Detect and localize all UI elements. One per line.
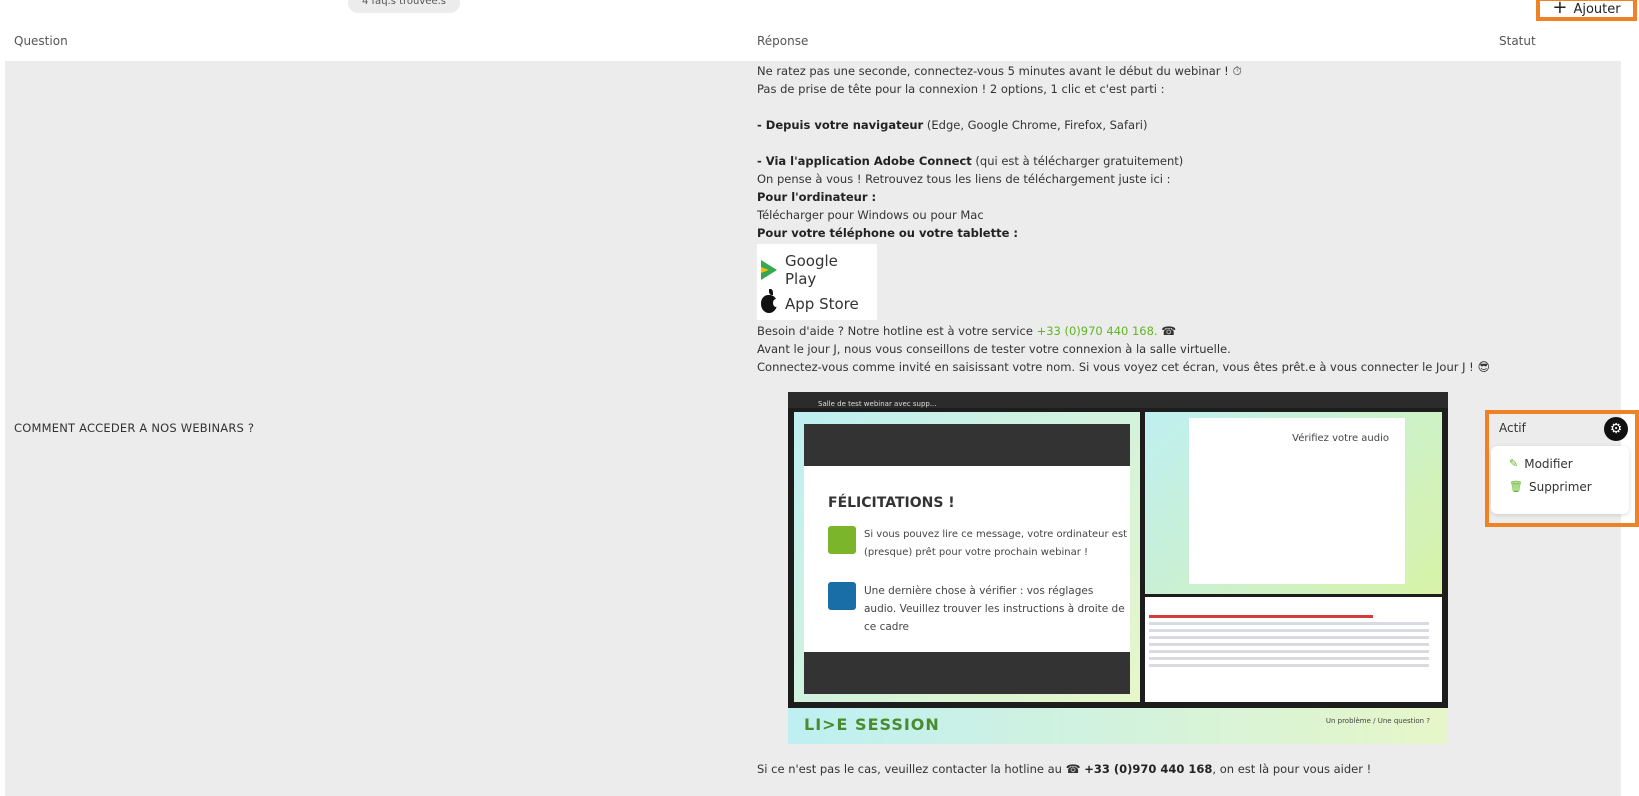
answer-cell: Ne ratez pas une seconde, connectez-vous… [757, 62, 1490, 778]
screenshot-congrats: FÉLICITATIONS ! [828, 495, 955, 511]
user-icon [828, 526, 856, 554]
add-faq-button[interactable]: + Ajouter [1536, 0, 1637, 21]
computer-download-text[interactable]: Télécharger pour Windows ou pour Mac [757, 206, 1477, 224]
menu-item-edit[interactable]: ✎ Modifier [1509, 452, 1629, 475]
screenshot-contact: Un problème / Une question ? [1325, 717, 1430, 725]
add-button-label: Ajouter [1573, 1, 1621, 17]
answer-line: Pas de prise de tête pour la connexion !… [757, 82, 1165, 96]
gear-icon[interactable]: ⚙ [1604, 417, 1628, 441]
answer-option-bold: - Depuis votre navigateur [757, 118, 924, 132]
trash-icon: 🗑 [1509, 480, 1523, 493]
telephone-icon: ☎ [1065, 762, 1081, 776]
checkbox-icon [828, 582, 856, 610]
app-store-link[interactable]: App Store [761, 288, 873, 313]
column-header-question: Question [14, 34, 68, 48]
stopwatch-icon: ⏱ [1232, 64, 1242, 78]
computer-label: Pour l'ordinateur : [757, 190, 877, 204]
pencil-icon: ✎ [1509, 457, 1519, 470]
footer-hotline-phone: +33 (0)970 440 168 [1084, 762, 1213, 776]
google-play-label: Google Play [785, 251, 838, 288]
answer-line: Ne ratez pas une seconde, connectez-vous… [757, 64, 1229, 78]
screenshot-msg1: Si vous pouvez lire ce message, votre or… [864, 529, 1128, 558]
answer-line: Avant le jour J, nous vous conseillons d… [757, 342, 1231, 356]
status-cell: Actif [1499, 421, 1526, 435]
menu-item-label: Modifier [1524, 456, 1573, 471]
menu-item-delete[interactable]: 🗑 Supprimer [1509, 475, 1629, 498]
google-play-icon [761, 259, 777, 280]
answer-option-bold: - Via l'application Adobe Connect [757, 154, 972, 168]
apple-icon [761, 288, 779, 313]
answer-line: Si ce n'est pas le cas, veuillez contact… [757, 762, 1066, 776]
answer-line: Connectez-vous comme invité en saisissan… [757, 360, 1474, 374]
screenshot-audio-title: Vérifiez votre audio [1292, 433, 1389, 444]
google-play-link[interactable]: Google Play [761, 252, 873, 288]
screenshot-title: Salle de test webinar avec supp... [788, 392, 1448, 408]
column-header-answer: Réponse [757, 34, 809, 48]
hotline-phone-link[interactable]: +33 (0)970 440 168. [1037, 324, 1158, 338]
app-store-label: App Store [785, 294, 859, 313]
livesession-logo: LI>E SESSION [804, 715, 940, 734]
answer-line: Besoin d'aide ? Notre hotline est à votr… [757, 324, 1037, 338]
store-badges: Google Play App Store [757, 244, 877, 320]
answer-line: On pense à vous ! Retrouvez tous les lie… [757, 172, 1171, 186]
menu-item-label: Supprimer [1528, 479, 1592, 494]
column-header-status: Statut [1499, 34, 1536, 48]
screenshot-msg2: Une dernière chose à vérifier : vos régl… [864, 585, 1125, 633]
plus-icon: + [1552, 0, 1568, 18]
answer-option-text: (Edge, Google Chrome, Firefox, Safari) [923, 118, 1148, 132]
question-cell: COMMENT ACCEDER A NOS WEBINARS ? [14, 421, 255, 435]
phone-label: Pour votre téléphone ou votre tablette : [757, 226, 1018, 240]
answer-line: , on est là pour vous aider ! [1212, 762, 1372, 776]
answer-option-text: (qui est à télécharger gratuitement) [971, 154, 1184, 168]
telephone-icon: ☎ [1161, 324, 1177, 338]
webinar-screenshot-image: Salle de test webinar avec supp... FÉLIC… [788, 392, 1448, 744]
faq-count-badge: 4 faq.s trouvée.s [348, 0, 460, 13]
actions-menu: ✎ Modifier 🗑 Supprimer [1491, 446, 1629, 514]
sunglasses-icon: 😎 [1477, 360, 1490, 374]
